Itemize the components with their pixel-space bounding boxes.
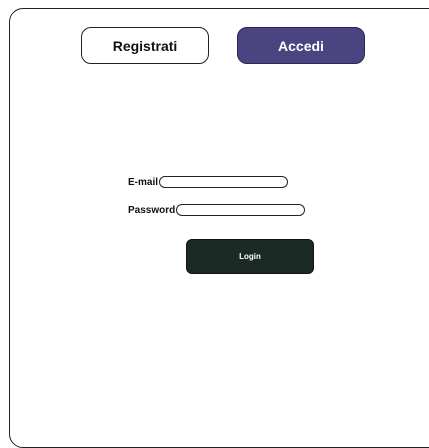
email-label: E-mail <box>128 176 159 188</box>
password-input[interactable] <box>176 204 306 216</box>
password-row: Password <box>128 204 306 216</box>
email-row: E-mail <box>128 176 289 188</box>
password-label: Password <box>128 204 176 216</box>
login-submit-button[interactable]: Login <box>186 239 314 274</box>
auth-card <box>9 8 429 448</box>
login-tab-button[interactable]: Accedi <box>237 27 365 64</box>
email-input[interactable] <box>159 176 289 188</box>
register-tab-button[interactable]: Registrati <box>81 27 209 64</box>
